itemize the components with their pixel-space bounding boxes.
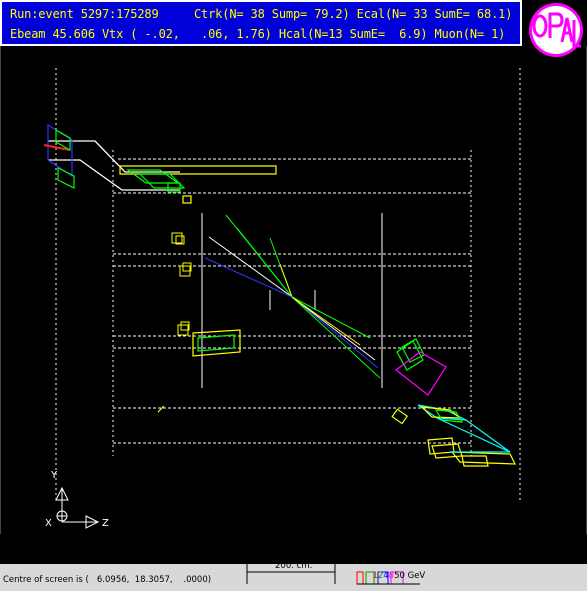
axis-triad: [55, 486, 100, 529]
charged-tracks: [204, 214, 381, 379]
axis-label-y: Y: [51, 470, 58, 481]
small-ecal-hits: [171, 232, 192, 336]
left-endcap-hits: [43, 123, 75, 189]
axis-label-x: X: [45, 518, 52, 529]
lower-right-clusters: [157, 338, 516, 467]
distance-scale-label: 200. cm.: [275, 561, 313, 571]
barrel-ecal-cluster: [192, 329, 241, 357]
energy-scale-50gev: 50 GeV: [394, 571, 426, 581]
event-display-canvas[interactable]: [0, 0, 587, 591]
energy-scale-label: 124850 GeV: [367, 561, 425, 581]
axis-label-z: Z: [102, 518, 109, 529]
